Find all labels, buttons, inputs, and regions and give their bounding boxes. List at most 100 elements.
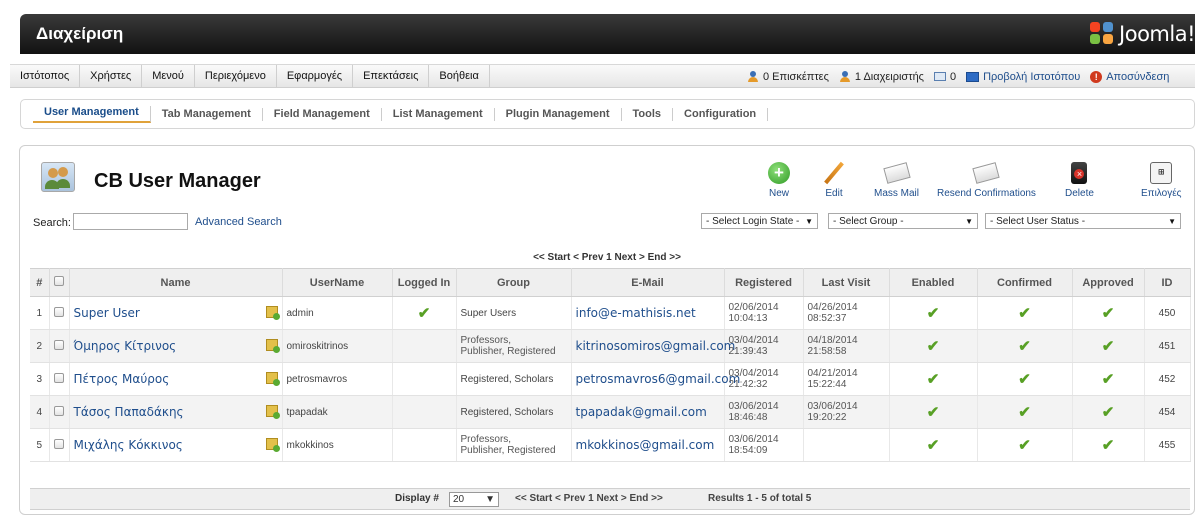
edit-user-icon[interactable]: [265, 438, 280, 452]
options-button[interactable]: ⊞ Επιλογές: [1141, 160, 1181, 199]
messages-status[interactable]: 0: [933, 71, 956, 83]
menu-content[interactable]: Περιεχόμενο: [195, 65, 277, 88]
confirmed-check-icon[interactable]: ✔: [1018, 338, 1031, 355]
edit-user-icon[interactable]: [265, 339, 280, 353]
col-header-username[interactable]: UserName: [282, 268, 393, 297]
user-name-link[interactable]: Super User: [74, 306, 140, 320]
tab-field-management[interactable]: Field Management: [263, 107, 382, 121]
edit-user-icon[interactable]: [265, 405, 280, 419]
edit-button[interactable]: Edit: [820, 160, 848, 199]
menu-components[interactable]: Εφαρμογές: [277, 65, 354, 88]
logout-text: Αποσύνδεση: [1106, 70, 1170, 83]
approved-check-icon[interactable]: ✔: [1102, 371, 1115, 388]
group-cell: Super Users: [456, 296, 572, 330]
resend-confirmations-button[interactable]: Resend Confirmations: [937, 160, 1036, 199]
col-header-name[interactable]: Name: [69, 268, 283, 297]
login-state-select[interactable]: - Select Login State - ▼: [701, 213, 818, 229]
tab-plugin-management[interactable]: Plugin Management: [495, 107, 622, 121]
tab-tools[interactable]: Tools: [622, 107, 674, 121]
search-label: Search:: [33, 217, 71, 229]
username-cell: admin: [282, 296, 393, 330]
approved-check-icon[interactable]: ✔: [1102, 305, 1115, 322]
col-header-email[interactable]: E-Mail: [571, 268, 725, 297]
row-checkbox[interactable]: [54, 438, 64, 449]
menu-site[interactable]: Ιστότοπος: [10, 65, 81, 88]
tab-user-management[interactable]: User Management: [33, 105, 151, 123]
menu-help[interactable]: Βοήθεια: [429, 65, 490, 88]
search-input[interactable]: [73, 213, 188, 230]
confirmed-check-icon[interactable]: ✔: [1018, 437, 1031, 454]
user-name-link[interactable]: Όμηρος Κίτρινος: [74, 339, 177, 353]
user-status-select[interactable]: - Select User Status - ▼: [985, 213, 1181, 229]
col-header-group[interactable]: Group: [456, 268, 572, 297]
email-link[interactable]: mkokkinos@gmail.com: [576, 438, 715, 452]
mass-mail-button[interactable]: Mass Mail: [874, 160, 919, 199]
table-row: 1 Super User admin ✔ Super Users info@e-…: [30, 296, 1191, 330]
enabled-check-icon[interactable]: ✔: [927, 404, 940, 421]
admins-icon: [839, 71, 851, 82]
col-header-approved[interactable]: Approved: [1072, 268, 1145, 297]
user-id-cell: 452: [1144, 362, 1191, 396]
confirmed-check-icon[interactable]: ✔: [1018, 404, 1031, 421]
group-cell: Registered, Scholars: [456, 395, 572, 429]
menu-users[interactable]: Χρήστες: [80, 65, 143, 88]
last-visit-date: 04/26/2014: [807, 302, 858, 313]
menu-extensions[interactable]: Επεκτάσεις: [353, 65, 430, 88]
group-select[interactable]: - Select Group - ▼: [828, 213, 978, 229]
enabled-check-icon[interactable]: ✔: [927, 305, 940, 322]
approved-check-icon[interactable]: ✔: [1102, 338, 1115, 355]
select-all-checkbox[interactable]: [54, 276, 64, 286]
col-header-enabled[interactable]: Enabled: [889, 268, 978, 297]
pager-top[interactable]: << Start < Prev 1 Next > End >>: [20, 252, 1194, 263]
tab-tab-management[interactable]: Tab Management: [151, 107, 263, 121]
edit-user-icon[interactable]: [265, 372, 280, 386]
enabled-check-icon[interactable]: ✔: [927, 371, 940, 388]
options-label: Επιλογές: [1141, 188, 1182, 199]
user-name-link[interactable]: Πέτρος Μαύρος: [74, 372, 170, 386]
col-header-confirmed[interactable]: Confirmed: [977, 268, 1073, 297]
email-link[interactable]: petrosmavros6@gmail.com: [576, 372, 741, 386]
approved-check-icon[interactable]: ✔: [1102, 404, 1115, 421]
row-checkbox[interactable]: [54, 405, 64, 416]
registered-date: 03/04/2014: [728, 335, 779, 346]
last-visit-time: 19:20:22: [807, 412, 847, 423]
pager-bottom[interactable]: << Start < Prev 1 Next > End >>: [515, 493, 663, 504]
tab-configuration[interactable]: Configuration: [673, 107, 769, 121]
row-checkbox[interactable]: [54, 339, 64, 350]
confirmed-check-icon[interactable]: ✔: [1018, 305, 1031, 322]
menu-menus[interactable]: Μενού: [142, 65, 195, 88]
row-number: 1: [30, 296, 50, 330]
row-checkbox[interactable]: [54, 306, 64, 317]
chevron-down-icon: ▼: [965, 216, 973, 226]
email-link[interactable]: kitrinosomiros@gmail.com: [576, 339, 736, 353]
approved-check-icon[interactable]: ✔: [1102, 437, 1115, 454]
display-count-select[interactable]: 20 ▼: [449, 492, 499, 507]
chevron-down-icon: ▼: [1168, 216, 1176, 226]
delete-button[interactable]: Delete: [1065, 160, 1094, 199]
enabled-check-icon[interactable]: ✔: [927, 437, 940, 454]
row-checkbox[interactable]: [54, 372, 64, 383]
enabled-check-icon[interactable]: ✔: [927, 338, 940, 355]
col-header-select[interactable]: [49, 268, 70, 297]
edit-user-icon[interactable]: [265, 306, 280, 320]
view-site-link[interactable]: Προβολή Ιστοτόπου: [966, 71, 1080, 83]
col-header-id[interactable]: ID: [1144, 268, 1191, 297]
registered-date: 02/06/2014: [728, 302, 779, 313]
new-button[interactable]: + New: [765, 160, 793, 199]
logout-link[interactable]: ! Αποσύνδεση: [1090, 70, 1170, 83]
advanced-search-link[interactable]: Advanced Search: [195, 216, 282, 228]
user-id-cell: 450: [1144, 296, 1191, 330]
user-name-link[interactable]: Τάσος Παπαδάκης: [74, 405, 184, 419]
joomla-logo: Joomla!: [1090, 21, 1195, 47]
email-link[interactable]: tpapadak@gmail.com: [576, 405, 707, 419]
user-name-link[interactable]: Μιχάλης Κόκκινος: [74, 438, 183, 452]
user-id-cell: 455: [1144, 428, 1191, 462]
user-id-cell: 454: [1144, 395, 1191, 429]
table-header-row: # Name UserName Logged In Group E-Mail R…: [30, 268, 1191, 297]
tab-list-management[interactable]: List Management: [382, 107, 495, 121]
col-header-logged-in[interactable]: Logged In: [392, 268, 457, 297]
col-header-registered[interactable]: Registered: [724, 268, 804, 297]
email-link[interactable]: info@e-mathisis.net: [576, 306, 696, 320]
col-header-last-visit[interactable]: Last Visit: [803, 268, 890, 297]
confirmed-check-icon[interactable]: ✔: [1018, 371, 1031, 388]
